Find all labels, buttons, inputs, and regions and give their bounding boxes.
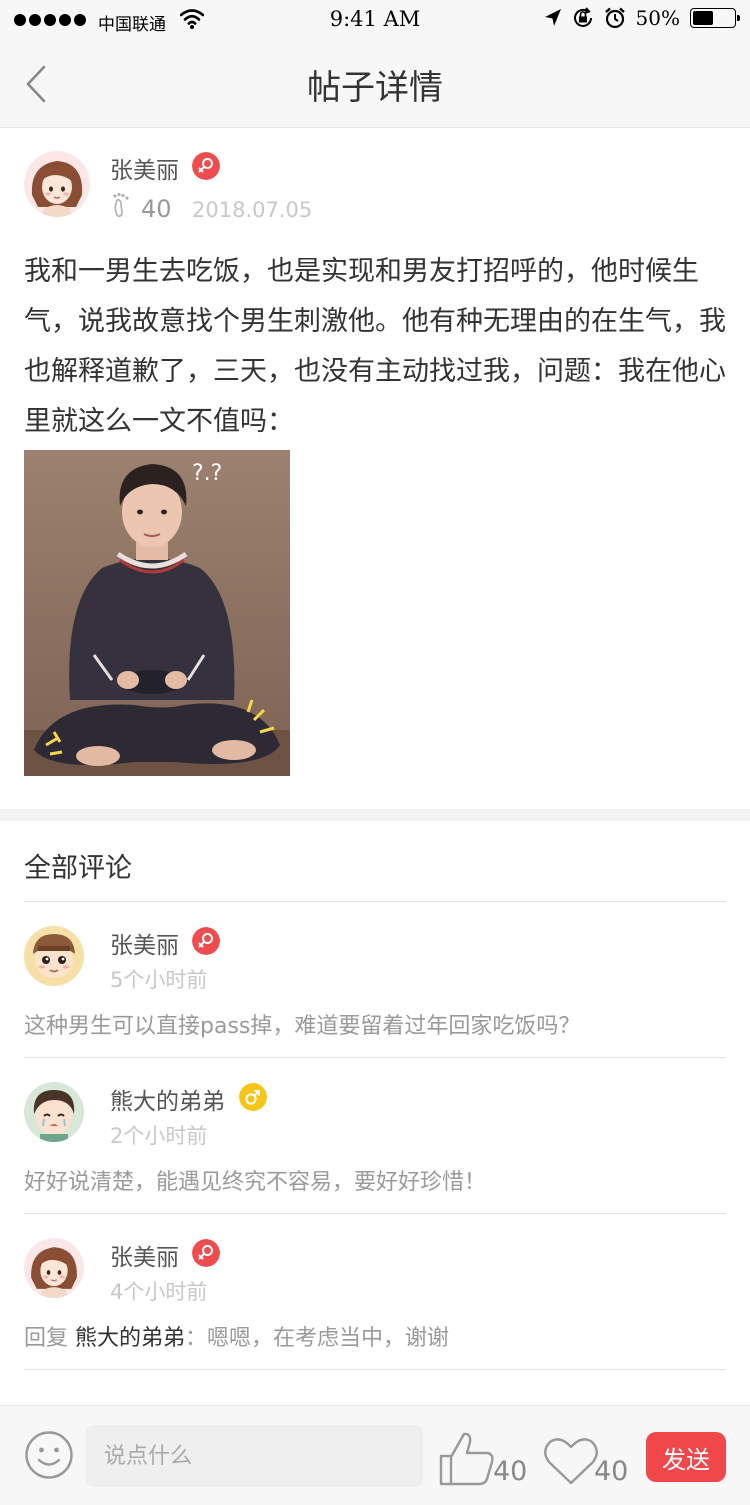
post-date: 2018.07.05 [192, 198, 313, 222]
post-content: 我和一男生去吃饭，也是实现和男友打招呼的，他时候生气，说我故意找个男生刺激他。他… [24, 256, 726, 437]
comment-text: 好好说清楚，能遇见终究不容易，要好好珍惜！ [24, 1170, 487, 1195]
post-author-avatar[interactable] [24, 151, 90, 217]
crying-child-avatar [24, 1082, 84, 1142]
female-gender-icon [192, 927, 220, 955]
comment-author-name[interactable]: 张美丽 [110, 1238, 179, 1272]
emoji-button[interactable] [24, 1430, 74, 1480]
comment-item[interactable]: 熊大的弟弟 2个小时前 好好说清楚，能遇见终究不容易，要好好珍惜！ [0, 1058, 750, 1214]
comment-author-avatar[interactable] [24, 1238, 84, 1298]
comment-item[interactable]: 张美丽 5个小时前 这种男生可以直接pass掉，难道要留着过年回家吃饭吗？ [0, 902, 750, 1058]
battery-percentage: 50% [635, 6, 680, 30]
girl-avatar-illustration [24, 151, 90, 217]
female-gender-icon [192, 1239, 220, 1267]
comment-text: 这种男生可以直接pass掉，难道要留着过年回家吃饭吗？ [24, 1014, 581, 1039]
comment-input[interactable] [86, 1425, 423, 1487]
navigation-bar: 帖子详情 [0, 40, 750, 128]
male-gender-icon [239, 1083, 267, 1111]
female-gender-icon [192, 152, 220, 180]
thumbs-up-icon [439, 1432, 494, 1486]
battery-icon [690, 8, 740, 28]
send-button[interactable]: 发送 [646, 1432, 726, 1482]
comment-toolbar: 40 40 发送 [0, 1405, 750, 1505]
comments-section-title: 全部评论 [24, 853, 132, 884]
page-title: 帖子详情 [307, 68, 443, 108]
reply-target-user[interactable]: 熊大的弟弟 [75, 1326, 185, 1351]
footprint-icon [113, 192, 129, 217]
battery-fill [693, 11, 713, 25]
status-bar: 中国联通 9:41 AM 50% [0, 0, 750, 40]
orientation-lock-icon [573, 7, 592, 27]
smiley-face-icon [25, 1431, 73, 1479]
footprint-count: 40 [141, 195, 172, 223]
comment-item[interactable]: 张美丽 4个小时前 回复 熊大的弟弟：嗯嗯，在考虑当中，谢谢 [0, 1214, 750, 1370]
girl-avatar-illustration [24, 1238, 84, 1298]
favorite-count: 40 [594, 1456, 629, 1487]
comment-author-avatar[interactable] [24, 926, 84, 986]
post-photo[interactable]: ?.? [24, 450, 290, 776]
location-arrow-icon [544, 9, 561, 26]
section-separator [0, 809, 750, 821]
man-with-gamepad-photo: ?.? [24, 450, 290, 776]
svg-text:?.?: ?.? [192, 461, 222, 486]
comment-time: 4个小时前 [110, 1280, 208, 1304]
post-detail: 张美丽 40 2018.07.05 我和一男生去吃饭，也是实现和男友打招呼的，他… [0, 129, 750, 809]
reply-prefix: 回复 [24, 1326, 75, 1351]
alarm-clock-icon [604, 7, 625, 29]
post-author-name[interactable]: 张美丽 [110, 151, 179, 185]
like-button[interactable] [438, 1430, 496, 1486]
comment-author-avatar[interactable] [24, 1082, 84, 1142]
comment-time: 2个小时前 [110, 1124, 208, 1148]
divider [24, 1369, 726, 1370]
reply-body: ：嗯嗯，在考虑当中，谢谢 [185, 1326, 450, 1351]
like-count: 40 [493, 1456, 528, 1487]
heart-icon [544, 1438, 598, 1485]
favorite-button[interactable] [543, 1436, 599, 1486]
comment-time: 5个小时前 [110, 968, 208, 992]
comment-author-name[interactable]: 张美丽 [110, 926, 179, 960]
comment-author-name[interactable]: 熊大的弟弟 [110, 1082, 225, 1116]
comment-text: 回复 熊大的弟弟：嗯嗯，在考虑当中，谢谢 [24, 1320, 449, 1352]
cartoon-boy-avatar [24, 926, 84, 986]
